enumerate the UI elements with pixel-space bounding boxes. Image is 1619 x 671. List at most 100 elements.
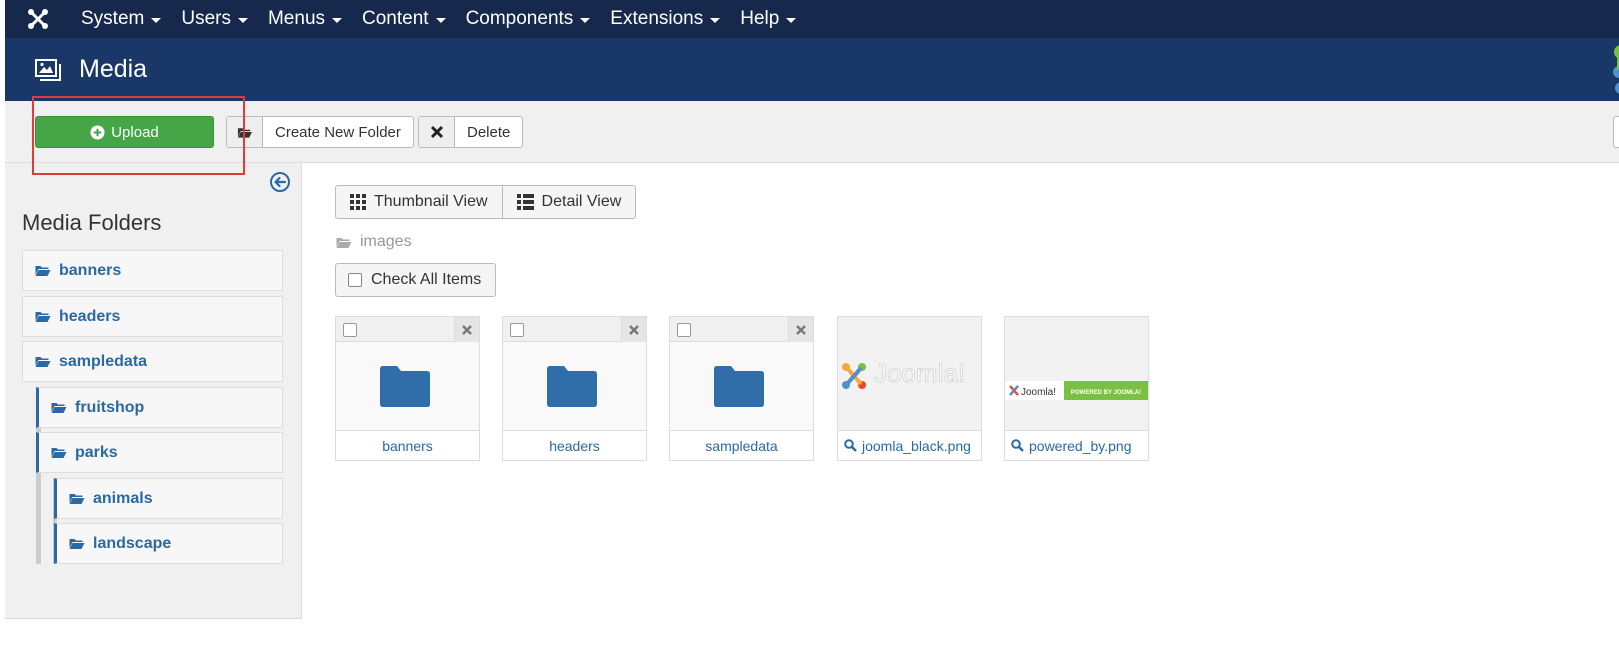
item-name-link[interactable]: banners (336, 430, 479, 460)
folder-open-icon (69, 539, 85, 549)
item-checkbox[interactable] (677, 323, 691, 337)
sidebar-folder-sampledata[interactable]: sampledata (22, 341, 283, 382)
plus-circle-icon (90, 124, 105, 140)
menu-help[interactable]: Help (730, 0, 806, 38)
menu-label: Extensions (610, 8, 704, 29)
folder-icon[interactable] (547, 365, 597, 407)
item-checkbox[interactable] (510, 323, 524, 337)
check-all-checkbox[interactable] (348, 273, 362, 287)
menu-users[interactable]: Users (171, 0, 258, 38)
image-preview[interactable]: Joomla! POWERED BY JOOMLA! (1005, 317, 1148, 430)
grid-icon (350, 194, 366, 210)
menu-label: Users (181, 8, 231, 29)
top-navbar: System Users Menus Content Components Ex… (5, 0, 1619, 38)
folder-label: landscape (93, 534, 172, 552)
page-header: Media (5, 38, 1619, 101)
create-new-folder-button[interactable]: Create New Folder (226, 116, 414, 148)
list-icon (516, 194, 534, 210)
folder-open-icon (51, 448, 67, 458)
delete-item-icon[interactable] (454, 317, 479, 342)
item-name-link[interactable]: joomla_black.png (838, 430, 981, 460)
menu-components[interactable]: Components (456, 0, 601, 38)
media-item-image: Joomla! POWERED BY JOOMLA! powered_by.pn… (1004, 316, 1149, 461)
delete-item-icon[interactable] (621, 317, 646, 342)
item-checkbox[interactable] (343, 323, 357, 337)
logo-text: Joomla! (874, 358, 965, 388)
search-icon (844, 439, 857, 452)
image-preview[interactable]: Joomla! (838, 317, 981, 430)
folder-open-icon (69, 494, 85, 504)
joomla-logo-icon[interactable] (5, 0, 71, 38)
delete-label: Delete (467, 123, 511, 141)
delete-item-icon[interactable] (788, 317, 813, 342)
caret-down-icon (580, 17, 591, 23)
item-name-link[interactable]: headers (503, 430, 646, 460)
media-item-folder: banners (335, 316, 480, 461)
folder-open-icon (35, 312, 51, 322)
thumbnail-view-button[interactable]: Thumbnail View (336, 186, 502, 218)
folder-icon[interactable] (380, 365, 430, 407)
detail-view-label: Detail View (541, 193, 622, 210)
breadcrumb-current: images (360, 233, 412, 250)
caret-down-icon (710, 17, 721, 23)
item-name-label: powered_by.png (1029, 437, 1132, 454)
caret-down-icon (332, 17, 343, 23)
menu-label: Menus (267, 8, 326, 29)
check-all-label: Check All Items (371, 271, 482, 288)
media-item-folder: headers (502, 316, 647, 461)
menu-system[interactable]: System (71, 0, 171, 38)
folder-open-icon (35, 266, 51, 276)
folder-open-icon (35, 357, 51, 367)
item-name-label: joomla_black.png (862, 437, 971, 454)
breadcrumb: images (335, 233, 412, 251)
sidebar-folder-banners[interactable]: banners (22, 250, 283, 291)
menu-extensions[interactable]: Extensions (600, 0, 730, 38)
collapse-sidebar-arrow-icon[interactable] (269, 171, 291, 198)
caret-down-icon (237, 17, 248, 23)
sidebar-folder-fruitshop[interactable]: fruitshop (36, 387, 283, 428)
left-edge (0, 0, 5, 671)
folder-icon[interactable] (714, 365, 764, 407)
menu-label: Help (740, 8, 780, 29)
upload-label: Upload (111, 123, 159, 141)
folder-label: parks (75, 443, 118, 461)
delete-button[interactable]: Delete (418, 116, 524, 148)
thumbnail-view-label: Thumbnail View (374, 193, 488, 210)
caret-down-icon (435, 17, 446, 23)
sidebar-folder-headers[interactable]: headers (22, 296, 283, 337)
item-name-link[interactable]: sampledata (670, 430, 813, 460)
folder-label: sampledata (59, 352, 148, 370)
menu-label: Content (362, 8, 429, 29)
create-new-folder-label: Create New Folder (275, 123, 401, 141)
folder-open-icon (51, 403, 67, 413)
folder-label: banners (59, 261, 122, 279)
menu-menus[interactable]: Menus (258, 0, 352, 38)
sidebar-title: Media Folders (22, 210, 162, 235)
caret-down-icon (786, 17, 797, 23)
search-icon (1011, 439, 1024, 452)
badge-text: POWERED BY JOOMLA! (1071, 390, 1141, 396)
upload-button[interactable]: Upload (35, 116, 214, 148)
toolbar: Upload Create New Folder Delete (5, 101, 1619, 163)
check-all-button[interactable]: Check All Items (335, 263, 496, 297)
folder-open-icon (227, 117, 263, 147)
close-icon (419, 117, 455, 147)
sidebar-folder-parks[interactable]: parks (36, 432, 283, 473)
menu-label: Components (465, 8, 574, 29)
joomla-brand-logo-icon (1603, 44, 1619, 99)
toolbar-options-button[interactable] (1613, 116, 1619, 148)
thumb-toolbar (503, 317, 646, 342)
detail-view-button[interactable]: Detail View (501, 186, 636, 218)
sidebar-folder-landscape[interactable]: landscape (54, 523, 283, 564)
view-toggle: Thumbnail View Detail View (335, 185, 637, 219)
media-folders-sidebar: Media Folders banners headers sampledata… (5, 163, 302, 619)
media-item-image: Joomla! joomla_black.png (837, 316, 982, 461)
caret-down-icon (151, 17, 162, 23)
sidebar-folder-animals[interactable]: animals (54, 478, 283, 519)
item-name-link[interactable]: powered_by.png (1005, 430, 1148, 460)
thumb-toolbar (336, 317, 479, 342)
image-icon (35, 58, 63, 82)
folder-open-icon (336, 237, 352, 248)
page-title: Media (79, 55, 148, 83)
menu-content[interactable]: Content (352, 0, 456, 38)
